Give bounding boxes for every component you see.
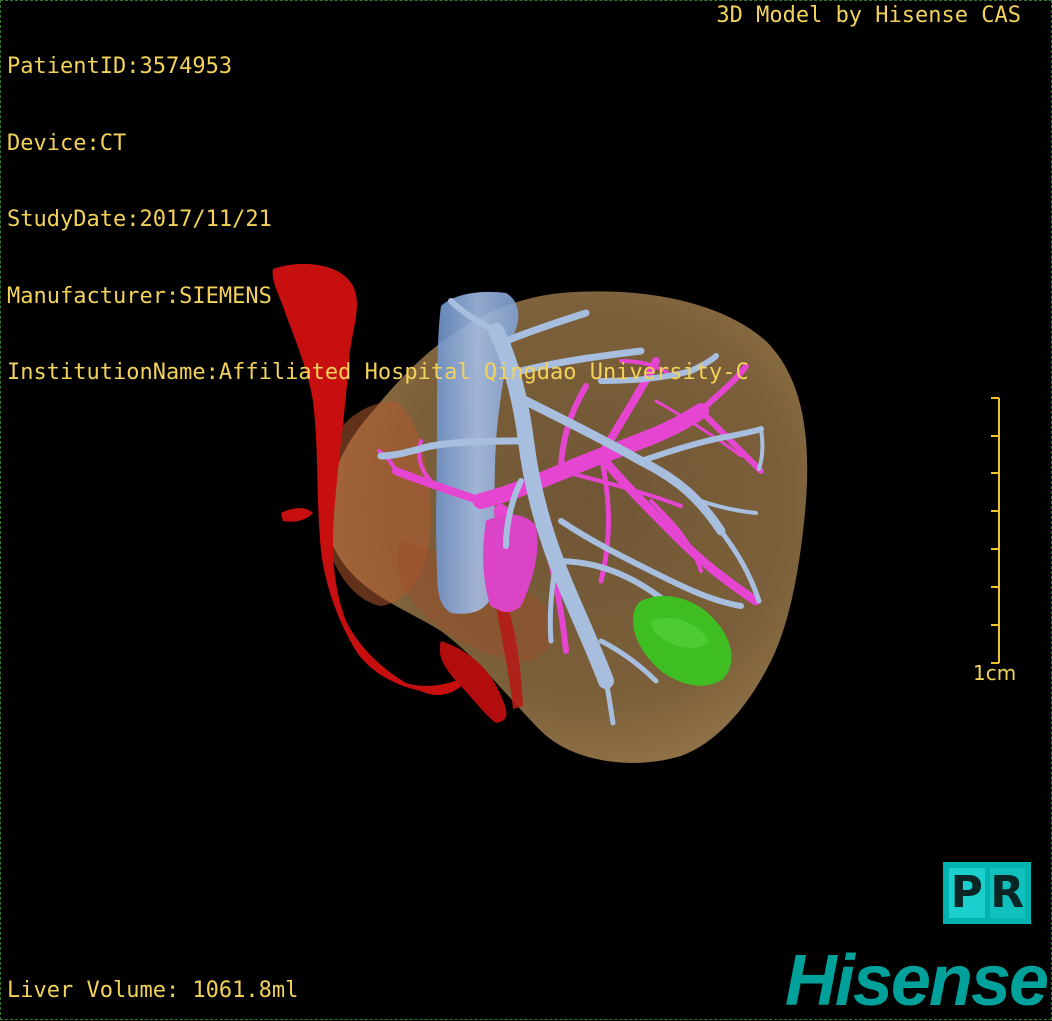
pr-logo-letter-r: R [989, 867, 1025, 918]
patient-id-text: PatientID:3574953 [7, 54, 233, 79]
liver-volume-text: Liver Volume: 1061.8ml [7, 978, 299, 1003]
patient-info-overlay: PatientID:3574953 Device:CT StudyDate:20… [7, 3, 749, 437]
model-credit-text: 3D Model by Hisense CAS [716, 3, 1021, 28]
pr-logo: P R [943, 862, 1031, 924]
institution-text: InstitutionName:Affiliated Hospital Qing… [7, 360, 749, 385]
hisense-logo: Hisense [784, 941, 1049, 1021]
study-date-text: StudyDate:2017/11/21 [7, 207, 272, 232]
artery-branch [281, 508, 313, 522]
scale-bar-label: 1cm [973, 661, 1017, 685]
pr-logo-letter-p: P [949, 867, 985, 918]
manufacturer-text: Manufacturer:SIEMENS [7, 283, 272, 309]
scale-bar [991, 397, 1000, 664]
device-text: Device:CT [7, 130, 127, 156]
3d-viewport[interactable]: PatientID:3574953 Device:CT StudyDate:20… [0, 0, 1052, 1021]
